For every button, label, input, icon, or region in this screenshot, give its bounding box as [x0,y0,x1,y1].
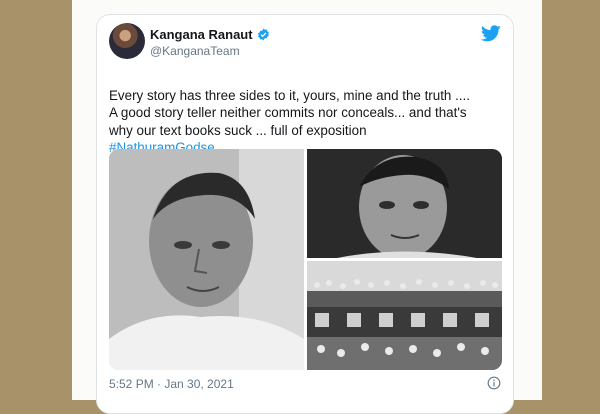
photo-portrait-left[interactable] [109,149,304,370]
info-icon[interactable] [487,376,501,390]
photo-portrait-topright[interactable] [307,149,502,258]
tweet-body: Every story has three sides to it, yours… [109,87,470,138]
portrait-illustration [109,149,304,370]
tweet-card: Kangana Ranaut @KanganaTeam Every story … [96,14,514,414]
train-illustration [307,261,502,370]
photo-crowded-train[interactable] [307,261,502,370]
media-grid [109,149,502,370]
user-handle[interactable]: @KanganaTeam [150,44,240,58]
tweet-timestamp[interactable]: 5:52 PM · Jan 30, 2021 [109,377,234,391]
verified-badge-icon [257,28,269,41]
avatar[interactable] [109,23,145,59]
user-name-row[interactable]: Kangana Ranaut [150,27,270,42]
twitter-bird-icon[interactable] [481,25,501,42]
user-name[interactable]: Kangana Ranaut [150,27,253,42]
portrait-illustration [307,149,502,258]
